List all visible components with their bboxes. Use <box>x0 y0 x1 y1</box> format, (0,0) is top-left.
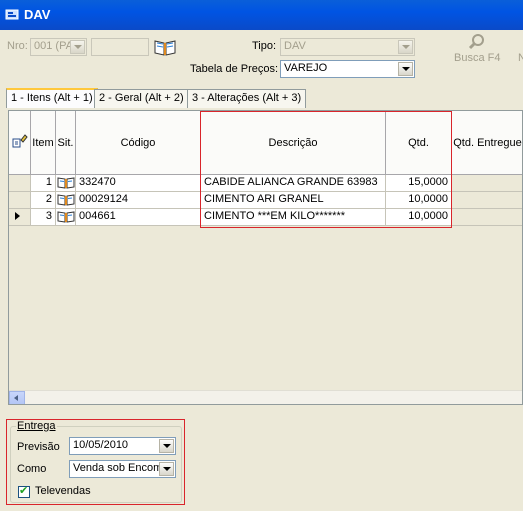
previsao-label: Previsão <box>17 441 60 453</box>
situation-book-icon <box>57 211 75 225</box>
previsao-value: 10/05/2010 <box>73 439 129 451</box>
televendas-checkbox[interactable]: ✔ <box>18 485 30 498</box>
app-icon <box>5 8 19 20</box>
tab-itens[interactable]: 1 - Itens (Alt + 1) <box>6 88 98 108</box>
cell-descricao[interactable]: CIMENTO ARI GRANEL <box>201 192 386 209</box>
col-header-descricao-label: Descrição <box>268 136 318 149</box>
tabela-select[interactable]: VAREJO <box>280 60 415 78</box>
column-config-icon <box>12 134 28 151</box>
cell-qtd-entregue[interactable] <box>452 192 522 209</box>
busca-button[interactable]: Busca F4 <box>453 34 503 66</box>
como-dropdown-button[interactable] <box>159 462 174 476</box>
horizontal-scrollbar[interactable] <box>9 390 522 404</box>
tab-geral[interactable]: 2 - Geral (Alt + 2) <box>94 89 189 108</box>
cell-qtd[interactable]: 10,0000 <box>386 209 452 226</box>
col-header-qtd[interactable]: Qtd. <box>386 111 452 175</box>
tipo-select[interactable]: DAV <box>280 38 415 56</box>
row-indicator[interactable] <box>9 175 31 192</box>
busca-label: Busca F4 <box>454 52 501 64</box>
col-header-sit[interactable]: Sit. <box>56 111 76 175</box>
cell-item[interactable]: 2 <box>31 192 56 209</box>
cell-qtd[interactable]: 10,0000 <box>386 192 452 209</box>
magnifier-icon <box>468 34 486 53</box>
nro-select[interactable]: 001 (PA' <box>30 38 87 56</box>
tipo-label: Tipo: <box>252 40 277 52</box>
cell-item[interactable]: 3 <box>31 209 56 226</box>
current-row-arrow-icon <box>12 212 22 225</box>
checkmark-icon: ✔ <box>19 485 29 497</box>
col-header-descricao[interactable]: Descrição <box>201 111 386 175</box>
situation-book-icon <box>57 194 75 208</box>
window-titlebar[interactable]: DAV <box>0 0 523 30</box>
cell-qtd[interactable]: 15,0000 <box>386 175 452 192</box>
cell-sit[interactable] <box>56 209 76 226</box>
book-icon[interactable] <box>153 37 177 57</box>
como-select[interactable]: Venda sob Encom <box>69 460 176 478</box>
tabela-label: Tabela de Preços: <box>190 63 279 75</box>
cell-sit[interactable] <box>56 175 76 192</box>
tipo-dropdown-button[interactable] <box>398 40 413 54</box>
como-value: Venda sob Encom <box>73 462 163 474</box>
col-header-codigo-label: Código <box>120 136 156 149</box>
next-button-clipped[interactable]: N <box>518 52 523 64</box>
col-header-codigo[interactable]: Código <box>76 111 201 175</box>
col-header-qtd-entregue-label: Qtd. Entregue <box>453 136 522 149</box>
cell-qtd-entregue[interactable] <box>452 175 522 192</box>
nro-value: 001 (PA' <box>34 40 76 52</box>
items-grid[interactable]: Item Sit. Código Descrição Qtd. Qtd. Ent… <box>8 110 523 405</box>
cell-item[interactable]: 1 <box>31 175 56 192</box>
cell-sit[interactable] <box>56 192 76 209</box>
previsao-dropdown-button[interactable] <box>159 439 174 453</box>
televendas-label: Televendas <box>35 485 91 497</box>
row-indicator[interactable] <box>9 209 31 226</box>
nro-dropdown-button[interactable] <box>70 40 85 54</box>
col-header-qtd-entregue[interactable]: Qtd. Entregue <box>452 111 522 175</box>
cell-codigo[interactable]: 00029124 <box>76 192 201 209</box>
column-config-header[interactable] <box>9 111 31 175</box>
scroll-left-button[interactable] <box>9 391 25 404</box>
nro-label: Nro: <box>7 40 28 52</box>
cell-codigo[interactable]: 004661 <box>76 209 201 226</box>
tabela-value: VAREJO <box>284 62 328 74</box>
situation-book-icon <box>57 177 75 191</box>
previsao-date-picker[interactable]: 10/05/2010 <box>69 437 176 455</box>
col-header-qtd-label: Qtd. <box>408 136 429 149</box>
tabela-dropdown-button[interactable] <box>398 62 413 76</box>
cell-descricao[interactable]: CIMENTO ***EM KILO******* <box>201 209 386 226</box>
tab-alteracoes[interactable]: 3 - Alterações (Alt + 3) <box>187 89 307 108</box>
row-indicator[interactable] <box>9 192 31 209</box>
col-header-sit-label: Sit. <box>57 136 74 149</box>
cell-qtd-entregue[interactable] <box>452 209 522 226</box>
window-title: DAV <box>24 7 51 22</box>
cell-codigo[interactable]: 332470 <box>76 175 201 192</box>
col-header-item[interactable]: Item <box>31 111 56 175</box>
como-label: Como <box>17 463 47 475</box>
col-header-item-label: Item <box>32 136 54 149</box>
cell-descricao[interactable]: CABIDE ALIANCA GRANDE 63983 <box>201 175 386 192</box>
nro-number-field[interactable] <box>91 38 149 56</box>
tipo-value: DAV <box>284 40 306 52</box>
entrega-legend: Entrega <box>16 420 57 432</box>
